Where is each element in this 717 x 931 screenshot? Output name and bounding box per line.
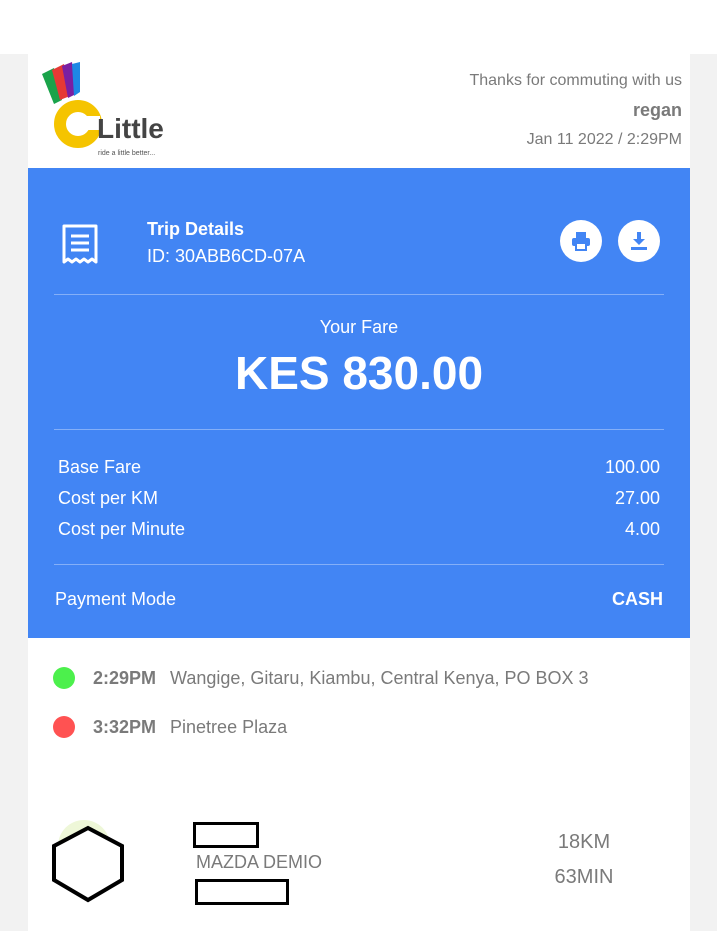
breakdown-row-cost-per-km: Cost per KM 27.00	[58, 488, 660, 509]
redacted-box	[195, 879, 289, 905]
payment-mode-value: CASH	[611, 589, 663, 609]
breakdown-value: 27.00	[614, 488, 660, 508]
redacted-box	[193, 822, 259, 848]
pickup-stop: 2:29PM Wangige, Gitaru, Kiambu, Central …	[53, 667, 589, 689]
trip-duration: 63MIN	[554, 866, 614, 888]
brand-tagline: ride a little better...	[98, 150, 155, 157]
breakdown-label: Cost per KM	[58, 488, 159, 508]
receipt-card: Little ride a little better... Thanks fo…	[28, 54, 690, 931]
trip-details-panel: Trip Details ID: 30ABB6CD-07A Your Fare …	[28, 168, 690, 638]
pickup-dot-icon	[53, 667, 75, 689]
trip-distance: 18KM	[557, 831, 611, 853]
download-icon	[631, 232, 647, 250]
divider	[54, 429, 664, 430]
breakdown-label: Cost per Minute	[58, 519, 186, 539]
stop-place: Wangige, Gitaru, Kiambu, Central Kenya, …	[170, 667, 589, 688]
user-name: regan	[632, 100, 682, 120]
stop-place: Pinetree Plaza	[170, 716, 288, 737]
little-logo: Little ride a little better...	[42, 62, 164, 157]
payment-mode-row: Payment Mode CASH	[55, 589, 663, 610]
fare-label: Your Fare	[319, 317, 399, 337]
stop-time: 2:29PM	[93, 667, 157, 688]
breakdown-value: 100.00	[604, 457, 660, 477]
divider	[54, 564, 664, 565]
top-bar	[0, 0, 717, 54]
vehicle-model: MAZDA DEMIO	[196, 852, 323, 872]
brand-name: Little	[97, 113, 164, 144]
download-button[interactable]	[618, 220, 660, 262]
receipt-icon	[62, 224, 98, 264]
trip-date: Jan 11 2022 / 2:29PM	[526, 131, 682, 148]
dropoff-stop: 3:32PM Pinetree Plaza	[53, 716, 287, 738]
breakdown-label: Base Fare	[58, 457, 142, 477]
print-button[interactable]	[560, 220, 602, 262]
divider	[54, 294, 664, 295]
dropoff-dot-icon	[53, 716, 75, 738]
fare-amount: KES 830.00	[234, 347, 484, 399]
breakdown-row-base-fare: Base Fare 100.00	[58, 457, 660, 478]
stop-time: 3:32PM	[93, 716, 157, 737]
breakdown-value: 4.00	[624, 519, 660, 539]
trip-details-title: Trip Details	[147, 219, 245, 239]
print-icon	[572, 232, 590, 251]
trip-id: ID: 30ABB6CD-07A	[147, 246, 306, 266]
driver-avatar	[52, 820, 124, 903]
breakdown-row-cost-per-minute: Cost per Minute 4.00	[58, 519, 660, 540]
payment-mode-label: Payment Mode	[55, 589, 177, 609]
thanks-text: Thanks for commuting with us	[469, 72, 682, 89]
